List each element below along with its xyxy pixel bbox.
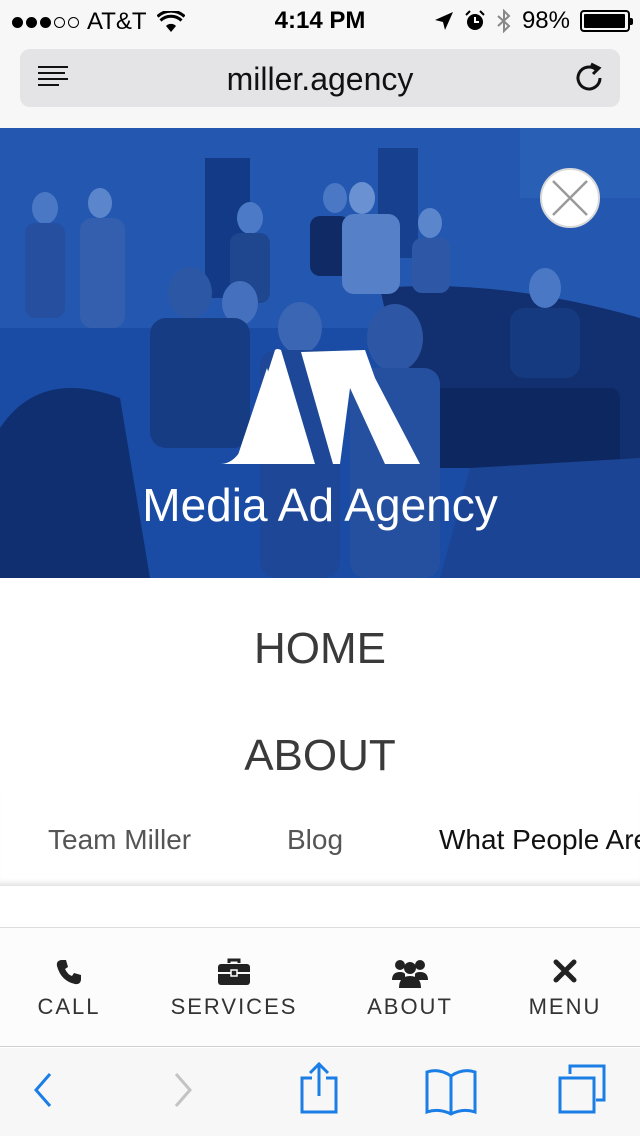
alarm-icon [465, 10, 485, 30]
close-icon [552, 180, 588, 216]
menu-item-about[interactable]: ABOUT [0, 731, 640, 781]
sticky-action-bar: CALL SERVICES ABOUT MENU [0, 927, 640, 1047]
location-arrow-icon [434, 12, 453, 30]
submenu-item-team-miller[interactable]: Team Miller [48, 824, 191, 856]
brand-name: Media Ad Agency [142, 479, 498, 531]
menu-label: MENU [528, 994, 602, 1019]
reload-icon[interactable] [572, 61, 606, 95]
submenu-item-what-people-are[interactable]: What People Are [439, 824, 640, 856]
menu-item-home[interactable]: HOME [0, 624, 640, 674]
battery-fill [584, 14, 626, 28]
battery-icon [580, 10, 633, 32]
agency-logo [220, 349, 420, 464]
safari-toolbar [0, 1048, 640, 1136]
services-label: SERVICES [170, 994, 298, 1019]
share-icon[interactable] [298, 1062, 340, 1114]
url-text[interactable]: miller.agency [20, 61, 620, 98]
bookmarks-icon[interactable] [424, 1066, 478, 1116]
menu-button[interactable]: MENU [520, 928, 610, 1048]
close-x-icon [553, 959, 577, 983]
browser-address-area: miller.agency [0, 40, 640, 128]
call-label: CALL [37, 994, 101, 1019]
about-submenu: Team Miller Blog What People Are [0, 792, 640, 886]
bluetooth-icon [497, 9, 511, 33]
submenu-item-blog[interactable]: Blog [287, 824, 343, 856]
status-right-group: 98% [434, 7, 633, 35]
back-icon[interactable] [28, 1066, 58, 1114]
services-button[interactable]: SERVICES [170, 928, 298, 1048]
forward-icon[interactable] [168, 1066, 198, 1114]
hero-banner: Media Ad Agency [0, 128, 640, 578]
close-menu-button[interactable] [540, 168, 600, 228]
phone-icon [56, 960, 81, 985]
call-button[interactable]: CALL [20, 928, 118, 1048]
status-bar: AT&T 4:14 PM 98% [0, 0, 640, 40]
address-bar[interactable]: miller.agency [20, 49, 620, 107]
users-icon [392, 960, 428, 988]
about-button[interactable]: ABOUT [360, 928, 460, 1048]
tabs-icon[interactable] [556, 1064, 608, 1116]
briefcase-icon [218, 958, 250, 985]
about-label: ABOUT [367, 994, 453, 1019]
battery-percent: 98% [521, 7, 570, 34]
